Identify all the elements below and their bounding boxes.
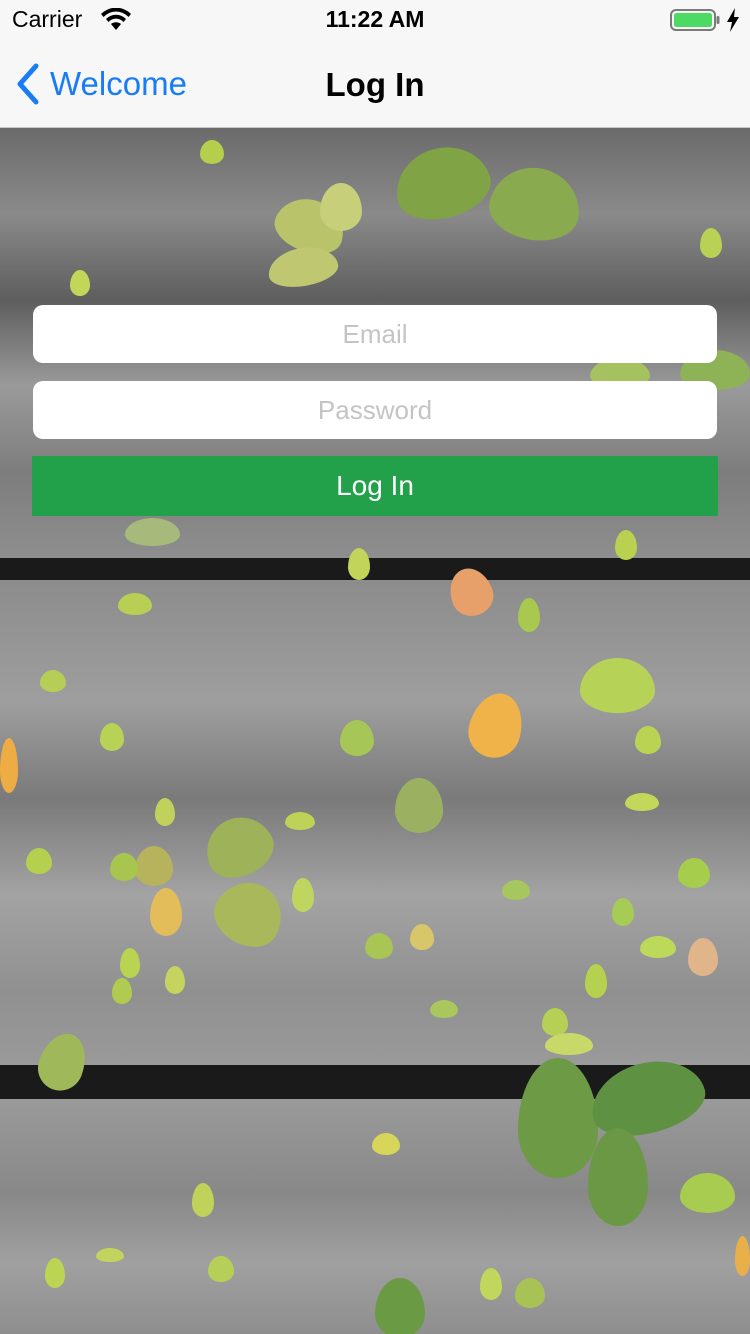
password-field[interactable] <box>33 381 717 439</box>
log-in-button[interactable]: Log In <box>32 456 718 516</box>
navigation-bar: Welcome Log In <box>0 40 750 128</box>
email-field[interactable] <box>33 305 717 363</box>
page-title: Log In <box>325 66 425 103</box>
clock: 11:22 AM <box>325 6 425 32</box>
charging-bolt-icon <box>727 8 739 32</box>
status-bar: Carrier 11:22 AM <box>0 0 750 40</box>
battery-icon <box>670 9 720 31</box>
